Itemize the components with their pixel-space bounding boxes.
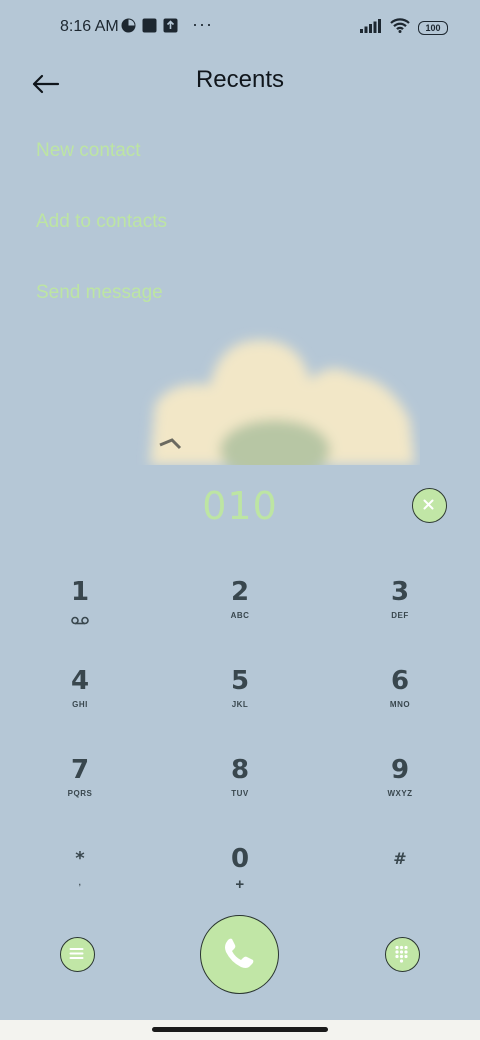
- key-letters: TUV: [231, 789, 249, 798]
- key-letters: WXYZ: [387, 789, 413, 798]
- number-display: 010: [0, 480, 480, 540]
- key-5[interactable]: 5 JKL: [180, 664, 300, 744]
- key-digit: 0: [230, 844, 250, 874]
- key-star[interactable]: * ,: [20, 842, 140, 922]
- key-3[interactable]: 3 DEF: [340, 575, 460, 655]
- menu-button[interactable]: [60, 937, 95, 972]
- key-letters: ,: [78, 878, 82, 887]
- key-letters: +: [235, 876, 245, 893]
- key-digit: 3: [390, 577, 410, 607]
- bottom-action-bar: [0, 915, 480, 997]
- navigation-bar: [0, 1020, 480, 1040]
- key-7[interactable]: 7 PQRS: [20, 753, 140, 833]
- key-digit: 2: [230, 577, 250, 607]
- clear-button[interactable]: [412, 488, 447, 523]
- app-notification-icon: [121, 18, 136, 38]
- key-hash[interactable]: #: [340, 842, 460, 922]
- key-digit: 6: [390, 666, 410, 696]
- options-list: New contact Add to contacts Send message: [36, 140, 167, 353]
- call-button[interactable]: [200, 915, 279, 994]
- key-digit: 4: [70, 666, 90, 696]
- dialpad-button[interactable]: [385, 937, 420, 972]
- square-app-icon: [142, 18, 157, 38]
- header: Recents: [0, 56, 480, 112]
- battery-icon: 100: [418, 21, 448, 35]
- status-time: 8:16 AM: [60, 18, 119, 35]
- upload-icon: [163, 18, 178, 38]
- key-letters: DEF: [391, 611, 409, 620]
- key-9[interactable]: 9 WXYZ: [340, 753, 460, 833]
- system-icons: 100: [360, 18, 448, 38]
- key-6[interactable]: 6 MNO: [340, 664, 460, 744]
- key-letters: MNO: [389, 700, 411, 709]
- background-illustration: [150, 340, 415, 465]
- key-digit: 1: [70, 577, 90, 607]
- key-2[interactable]: 2 ABC: [180, 575, 300, 655]
- key-1[interactable]: 1: [20, 575, 140, 655]
- more-notifications-icon: ···: [192, 14, 213, 34]
- key-digit: 7: [70, 755, 90, 785]
- new-contact-option[interactable]: New contact: [36, 140, 167, 165]
- signal-icon: [360, 18, 382, 38]
- key-letters: ABC: [230, 611, 250, 620]
- send-message-option[interactable]: Send message: [36, 282, 167, 307]
- key-letters: GHI: [72, 700, 88, 709]
- key-0[interactable]: 0 +: [180, 842, 300, 922]
- status-bar: 8:16 AM ··· 100: [0, 0, 480, 56]
- page-title: Recents: [195, 66, 285, 93]
- notification-icons: [121, 18, 178, 38]
- key-letters: PQRS: [67, 789, 93, 798]
- key-digit: 5: [230, 666, 250, 696]
- key-digit: #: [393, 849, 407, 868]
- key-digit: 9: [390, 755, 410, 785]
- wifi-icon: [390, 18, 410, 38]
- key-digit: 8: [230, 755, 250, 785]
- key-digit: *: [75, 848, 85, 869]
- key-8[interactable]: 8 TUV: [180, 753, 300, 833]
- key-4[interactable]: 4 GHI: [20, 664, 140, 744]
- voicemail-icon: [20, 610, 140, 629]
- home-indicator[interactable]: [152, 1027, 328, 1032]
- add-to-contacts-option[interactable]: Add to contacts: [36, 211, 167, 236]
- dialed-number: 010: [202, 484, 278, 528]
- key-letters: JKL: [231, 700, 249, 709]
